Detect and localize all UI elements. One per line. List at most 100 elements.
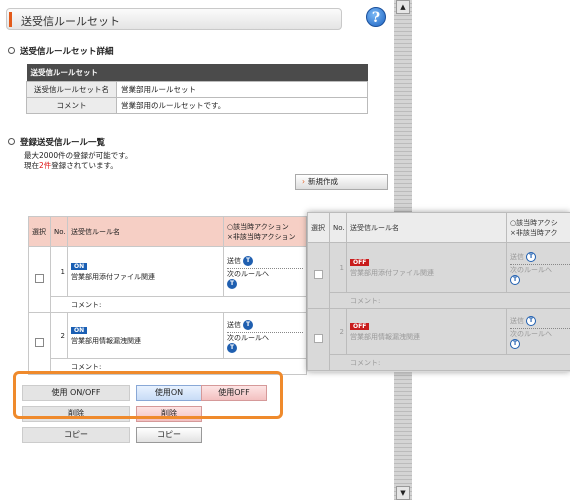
col-select: 選択	[28, 216, 51, 247]
status-badge: ON	[71, 326, 88, 334]
page-title: 送受信ルールセット	[21, 15, 120, 28]
off-state-preview-panel: 選択 No. 送受信ルール名 ○該当時アクシ ×非該当時アク 1 OFF 営業部用添…	[307, 212, 570, 372]
t-icon[interactable]: T	[227, 342, 237, 353]
col-no: No.	[329, 212, 347, 243]
circle-bullet-icon	[8, 47, 15, 54]
ruleset-name-value: 営業部用ルールセット	[116, 81, 368, 98]
action-match: 送信 T	[227, 255, 303, 269]
row-no: 2	[50, 312, 68, 359]
col-action-nomatch: ×非該当時アクション	[227, 232, 296, 241]
status-badge: ON	[71, 262, 88, 270]
row-checkbox[interactable]	[35, 274, 44, 283]
col-name: 送受信ルール名	[67, 216, 224, 247]
comment-row: コメント:	[308, 292, 570, 309]
row-checkbox[interactable]	[35, 338, 44, 347]
action-next: 次のルールへ	[227, 333, 269, 342]
action-send: 送信	[510, 252, 524, 261]
row-name-cell: ON 営業部用情報漏洩関連	[67, 312, 224, 359]
arrow-right-icon: ›	[302, 177, 305, 186]
t-icon[interactable]: T	[526, 251, 536, 262]
row-select	[28, 246, 51, 313]
comment-value: 営業部用のルールセットです。	[116, 97, 368, 114]
new-rule-button[interactable]: › 新規作成	[295, 174, 388, 190]
rule-name[interactable]: 営業部用情報漏洩関連	[71, 337, 141, 345]
t-icon[interactable]: T	[510, 338, 520, 349]
table-row: 2 ON 営業部用情報漏洩関連 送信 T 次のルールへ T	[28, 312, 307, 375]
col-action-match: ○該当時アクシ	[510, 218, 558, 227]
col-action-nomatch: ×非該当時アク	[510, 228, 558, 237]
action-send: 送信	[227, 256, 241, 265]
comment-key: コメント	[26, 97, 117, 114]
help-icon[interactable]: ?	[366, 7, 386, 27]
new-rule-label: 新規作成	[308, 177, 338, 186]
row-select	[307, 242, 330, 309]
preview-table: 選択 No. 送受信ルール名 ○該当時アクシ ×非該当時アク 1 OFF 営業部用添…	[307, 212, 570, 371]
header-accent-bar	[9, 12, 12, 27]
ruleset-name-key: 送受信ルールセット名	[26, 81, 117, 98]
comment-row: コメント:	[308, 354, 570, 371]
rule-name[interactable]: 営業部用添付ファイル関連	[71, 273, 155, 281]
row-actions: 送信 T 次のルールへ T	[506, 308, 570, 355]
status-badge: OFF	[350, 322, 370, 330]
page-header: 送受信ルールセット	[6, 8, 342, 30]
col-select: 選択	[307, 212, 330, 243]
col-name: 送受信ルール名	[346, 212, 507, 243]
action-nomatch: 次のルールへ T	[227, 333, 303, 353]
row-checkbox[interactable]	[314, 270, 323, 279]
row-comment: コメント:	[50, 296, 307, 313]
scroll-down-icon[interactable]: ▼	[396, 486, 410, 500]
t-icon[interactable]: T	[243, 319, 253, 330]
info-count: 2件	[39, 161, 52, 170]
rules-info: 最大2000件の登録が可能です。 現在2件登録されています。	[24, 151, 132, 171]
col-action-match: ○該当時アクション	[227, 222, 289, 231]
rule-name[interactable]: 営業部用添付ファイル関連	[350, 269, 434, 277]
details-table-title: 送受信ルールセット	[26, 64, 368, 82]
action-match: 送信 T	[510, 251, 570, 265]
action-nomatch: 次のルールへ T	[510, 329, 570, 349]
info-current: 現在2件登録されています。	[24, 161, 132, 171]
row-name-cell: ON 営業部用添付ファイル関連	[67, 246, 224, 297]
table-row: 1 OFF 営業部用添付ファイル関連 送信 T 次のルールへ T	[307, 242, 570, 309]
row-comment: コメント:	[329, 292, 570, 309]
col-no: No.	[50, 216, 68, 247]
col-actions: ○該当時アクション ×非該当時アクション	[223, 216, 307, 247]
rules-table: 選択 No. 送受信ルール名 ○該当時アクション ×非該当時アクション 1 ON 営…	[28, 216, 307, 375]
t-icon[interactable]: T	[526, 315, 536, 326]
rule-name[interactable]: 営業部用情報漏洩関連	[350, 333, 420, 341]
status-badge: OFF	[350, 258, 370, 266]
comment-row: コメント:	[29, 296, 307, 313]
table-row: 2 OFF 営業部用情報漏洩関連 送信 T 次のルールへ T	[307, 308, 570, 371]
rules-section-title: 登録送受信ルール一覧	[8, 136, 105, 148]
details-section-label: 送受信ルールセット詳細	[20, 47, 114, 57]
action-match: 送信 T	[227, 319, 303, 333]
row-select	[28, 312, 51, 375]
row-name-cell: OFF 営業部用情報漏洩関連	[346, 308, 507, 355]
circle-bullet-icon	[8, 138, 15, 145]
t-icon[interactable]: T	[227, 278, 237, 289]
row-checkbox[interactable]	[314, 334, 323, 343]
table-row: 1 ON 営業部用添付ファイル関連 送信 T 次のルールへ T	[28, 246, 307, 313]
col-actions: ○該当時アクシ ×非該当時アク	[506, 212, 570, 243]
row-no: 1	[50, 246, 68, 297]
action-next: 次のルールへ	[510, 329, 552, 338]
action-next: 次のルールへ	[227, 269, 269, 278]
info-suffix: 登録されています。	[51, 161, 118, 170]
action-nomatch: 次のルールへ T	[510, 265, 570, 285]
rules-section-label: 登録送受信ルール一覧	[20, 138, 106, 148]
row-select	[307, 308, 330, 371]
row-actions: 送信 T 次のルールへ T	[223, 246, 307, 297]
action-nomatch: 次のルールへ T	[227, 269, 303, 289]
row-no: 1	[329, 242, 347, 293]
t-icon[interactable]: T	[243, 255, 253, 266]
scroll-up-icon[interactable]: ▲	[396, 0, 410, 14]
row-name-cell: OFF 営業部用添付ファイル関連	[346, 242, 507, 293]
details-section-title: 送受信ルールセット詳細	[8, 45, 114, 57]
details-table: 送受信ルールセット 送受信ルールセット名 営業部用ルールセット コメント 営業部…	[26, 64, 368, 114]
action-send: 送信	[227, 320, 241, 329]
highlight-box	[13, 371, 283, 419]
copy-button[interactable]: コピー	[136, 427, 202, 443]
t-icon[interactable]: T	[510, 274, 520, 285]
info-prefix: 現在	[24, 161, 39, 170]
row-actions: 送信 T 次のルールへ T	[223, 312, 307, 359]
action-match: 送信 T	[510, 315, 570, 329]
